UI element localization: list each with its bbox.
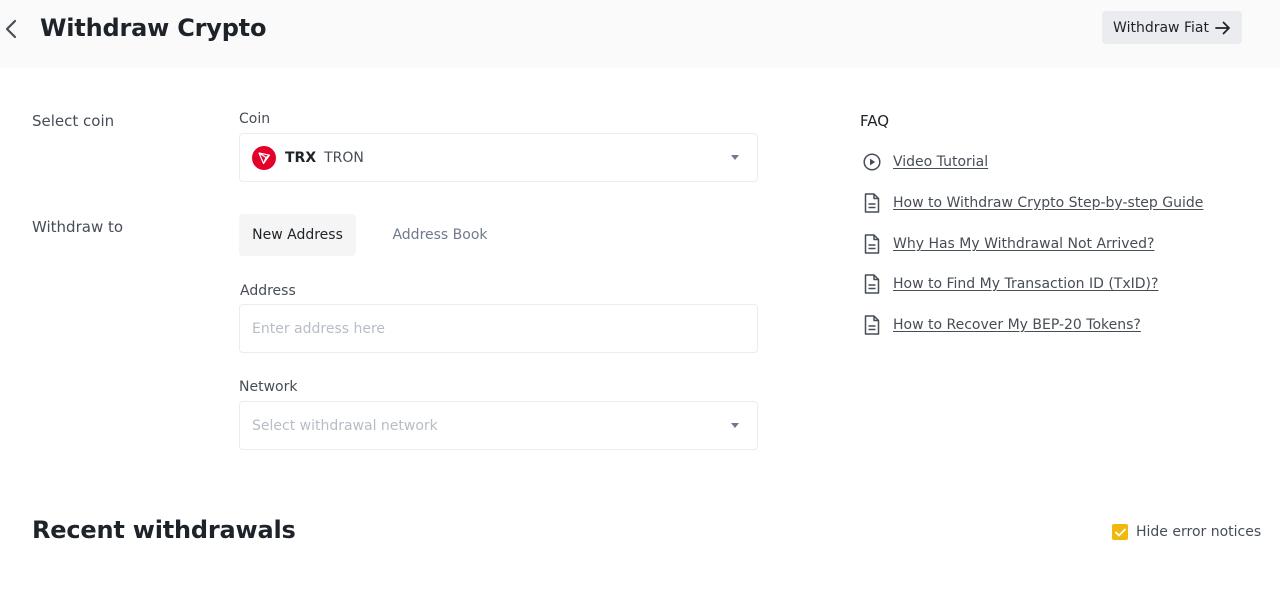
tab-new-address[interactable]: New Address bbox=[239, 214, 356, 256]
network-field-label: Network bbox=[239, 379, 298, 395]
withdraw-fiat-button[interactable]: Withdraw Fiat bbox=[1102, 11, 1242, 44]
faq-item-video-tutorial[interactable]: Video Tutorial bbox=[862, 151, 988, 173]
document-icon bbox=[862, 234, 882, 254]
faq-item-withdraw-guide[interactable]: How to Withdraw Crypto Step-by-step Guid… bbox=[862, 192, 1203, 214]
tab-address-book[interactable]: Address Book bbox=[380, 214, 500, 256]
hide-error-notices-label: Hide error notices bbox=[1136, 524, 1262, 540]
faq-link[interactable]: Video Tutorial bbox=[893, 154, 988, 170]
coin-select[interactable]: TRX TRON bbox=[239, 133, 758, 182]
play-icon bbox=[862, 152, 882, 172]
address-field-label: Address bbox=[240, 283, 296, 299]
faq-item-recover-bep20[interactable]: How to Recover My BEP-20 Tokens? bbox=[862, 314, 1141, 336]
hide-error-notices-toggle[interactable]: Hide error notices bbox=[1112, 522, 1261, 542]
page-title: Withdraw Crypto bbox=[40, 14, 267, 42]
network-placeholder: Select withdrawal network bbox=[252, 417, 438, 434]
faq-link[interactable]: How to Recover My BEP-20 Tokens? bbox=[893, 317, 1141, 333]
back-arrow-icon[interactable] bbox=[0, 14, 22, 44]
address-input[interactable] bbox=[239, 304, 758, 353]
withdraw-to-label: Withdraw to bbox=[32, 218, 124, 236]
document-icon bbox=[862, 315, 882, 335]
document-icon bbox=[862, 193, 882, 213]
coin-symbol: TRX bbox=[285, 149, 317, 166]
recent-withdrawals-title: Recent withdrawals bbox=[32, 516, 296, 544]
faq-title: FAQ bbox=[860, 112, 890, 130]
select-coin-label: Select coin bbox=[32, 112, 115, 130]
faq-item-transaction-id[interactable]: How to Find My Transaction ID (TxID)? bbox=[862, 273, 1158, 295]
page-header: Withdraw Crypto Withdraw Fiat bbox=[0, 0, 1280, 68]
tron-logo-icon bbox=[252, 145, 276, 170]
network-select[interactable]: Select withdrawal network bbox=[239, 401, 758, 450]
coin-name: TRON bbox=[324, 149, 364, 166]
withdraw-fiat-label: Withdraw Fiat bbox=[1113, 19, 1209, 36]
faq-link[interactable]: How to Find My Transaction ID (TxID)? bbox=[893, 276, 1158, 292]
document-icon bbox=[862, 274, 882, 294]
dropdown-caret-icon bbox=[731, 423, 739, 428]
faq-link[interactable]: Why Has My Withdrawal Not Arrived? bbox=[893, 236, 1154, 252]
arrow-right-icon bbox=[1215, 21, 1230, 34]
faq-link[interactable]: How to Withdraw Crypto Step-by-step Guid… bbox=[893, 195, 1203, 211]
faq-item-withdrawal-not-arrived[interactable]: Why Has My Withdrawal Not Arrived? bbox=[862, 233, 1154, 255]
checkbox-checked-icon[interactable] bbox=[1112, 524, 1128, 540]
coin-field-label: Coin bbox=[239, 111, 271, 127]
dropdown-caret-icon bbox=[731, 155, 739, 160]
